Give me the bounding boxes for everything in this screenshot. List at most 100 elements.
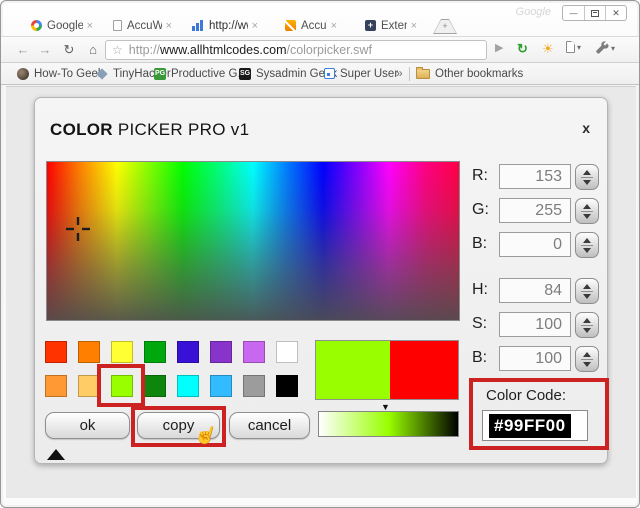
color-swatch[interactable] [210, 375, 232, 397]
bookmark-label: Productive G... [171, 68, 247, 80]
tab-accuweather-2[interactable]: AccuWeat... × [271, 15, 349, 36]
brightness-value-field[interactable]: 100 [499, 346, 571, 371]
extension-green-icon[interactable]: ↻ [517, 41, 528, 57]
swatch-row-2 [45, 375, 298, 397]
tab-close-icon[interactable]: × [87, 21, 93, 31]
folder-icon [416, 69, 430, 79]
dialog-title-rest: PICKER PRO v1 [118, 120, 249, 139]
tab-close-icon[interactable]: × [166, 21, 172, 31]
page-menu-icon [566, 41, 575, 53]
color-preview [315, 340, 459, 400]
color-code-label: Color Code: [486, 387, 566, 404]
crosshair-marker[interactable] [66, 217, 90, 241]
color-swatch[interactable] [78, 341, 100, 363]
cancel-button[interactable]: cancel [229, 412, 310, 439]
page-menu-button[interactable]: ▾ [566, 41, 581, 53]
puzzle-icon: + [365, 20, 376, 31]
tab-label: Extensions [381, 20, 407, 32]
h-stepper[interactable] [575, 278, 599, 304]
color-swatch[interactable] [276, 375, 298, 397]
toolbar: ← → ↻ ⌂ ☆ http://www.allhtmlcodes.com/co… [1, 36, 640, 63]
b-row: B: 0 [472, 232, 602, 258]
tab-google-chrome[interactable]: Google Ch... × [17, 15, 105, 36]
tab-label: http://ww... [209, 20, 248, 32]
address-bar[interactable]: ☆ http://www.allhtmlcodes.com/colorpicke… [105, 40, 487, 60]
bookmark-howtogeek[interactable]: How-To Geek [17, 63, 104, 84]
url-host: www.allhtmlcodes.com [160, 43, 286, 57]
page-content: COLORPICKER PRO v1 x R: 153 [6, 86, 636, 498]
b-value-field[interactable]: 0 [499, 232, 571, 257]
bookmark-label: Super User [340, 68, 398, 80]
color-swatch[interactable] [111, 341, 133, 363]
h-value-field[interactable]: 84 [499, 278, 571, 303]
color-swatch[interactable] [45, 341, 67, 363]
r-row: R: 153 [472, 164, 602, 190]
tab-strip: Google Ch... × AccuWeathe... × http://ww… [1, 15, 640, 36]
g-stepper[interactable] [575, 198, 599, 224]
color-gradient-field[interactable] [46, 161, 460, 321]
bar-chart-icon [192, 20, 204, 31]
g-row: G: 255 [472, 198, 602, 224]
tab-colorpicker-active[interactable]: http://ww... × [178, 15, 270, 36]
new-tab-button[interactable]: + [433, 19, 457, 34]
url-text: http://www.allhtmlcodes.com/colorpicker.… [129, 43, 372, 57]
color-swatch[interactable] [177, 341, 199, 363]
color-swatch[interactable] [177, 375, 199, 397]
color-swatch[interactable] [243, 375, 265, 397]
wrench-icon [595, 41, 609, 55]
r-value-field[interactable]: 153 [499, 164, 571, 189]
color-swatch[interactable] [144, 375, 166, 397]
tab-close-icon[interactable]: × [411, 21, 417, 31]
back-button[interactable]: ← [13, 40, 33, 60]
refresh-button[interactable]: ↻ [59, 40, 79, 60]
r-stepper[interactable] [575, 164, 599, 190]
tab-close-icon[interactable]: × [331, 21, 337, 31]
other-bookmarks-button[interactable]: Other bookmarks [416, 63, 523, 84]
tab-close-icon[interactable]: × [252, 21, 258, 31]
brightness-label: B: [472, 349, 487, 367]
color-swatch[interactable] [45, 375, 67, 397]
brightness-slider[interactable] [318, 411, 459, 437]
dialog-close-button[interactable]: x [582, 120, 590, 136]
s-stepper[interactable] [575, 312, 599, 338]
bookmark-sysadmin-geek[interactable]: SG Sysadmin Geek [239, 63, 337, 84]
bookmark-productive-geek[interactable]: PG Productive G... [154, 63, 247, 84]
ok-button[interactable]: ok [45, 412, 130, 439]
resize-triangle-icon[interactable] [47, 449, 65, 460]
tab-extensions[interactable]: + Extensions × [351, 15, 429, 36]
chevron-down-icon: ▾ [577, 43, 581, 52]
wrench-menu-button[interactable]: ▾ [595, 41, 615, 55]
tinyhacker-favicon [96, 68, 107, 79]
g-value-field[interactable]: 255 [499, 198, 571, 223]
bookmark-label: How-To Geek [34, 68, 104, 80]
s-value-field[interactable]: 100 [499, 312, 571, 337]
extension-weather-icon[interactable]: ☀ [542, 41, 554, 57]
home-button[interactable]: ⌂ [83, 40, 103, 60]
color-swatch[interactable] [210, 341, 232, 363]
b-stepper[interactable] [575, 232, 599, 258]
color-swatch[interactable] [276, 341, 298, 363]
sysadmin-geek-favicon: SG [239, 68, 251, 80]
bookmark-super-user[interactable]: Super User [324, 63, 398, 84]
h-row: H: 84 [472, 278, 602, 304]
tab-accuweather-1[interactable]: AccuWeathe... × [99, 15, 184, 36]
browser-window: Google — ✕ Google Ch... × AccuWeathe... … [0, 0, 640, 508]
color-code-value: #99FF00 [489, 414, 571, 438]
b-label: B: [472, 235, 487, 253]
forward-button[interactable]: → [35, 40, 55, 60]
url-path: /colorpicker.swf [286, 43, 371, 57]
bookmark-star-icon[interactable]: ☆ [112, 43, 123, 57]
accuweather-icon [285, 20, 296, 31]
s-label: S: [472, 315, 487, 333]
color-swatch[interactable] [243, 341, 265, 363]
tab-label: Google Ch... [47, 20, 83, 32]
brightness-stepper[interactable] [575, 346, 599, 372]
url-scheme: http:// [129, 43, 160, 57]
howtogeek-favicon [17, 68, 29, 80]
bookmarks-divider [409, 67, 410, 81]
go-button[interactable]: ▶ [495, 41, 503, 54]
brightness-row: B: 100 [472, 346, 602, 372]
bookmarks-overflow-chevron[interactable]: » [396, 66, 403, 80]
color-swatch[interactable] [144, 341, 166, 363]
color-code-input[interactable]: #99FF00 [482, 410, 588, 441]
